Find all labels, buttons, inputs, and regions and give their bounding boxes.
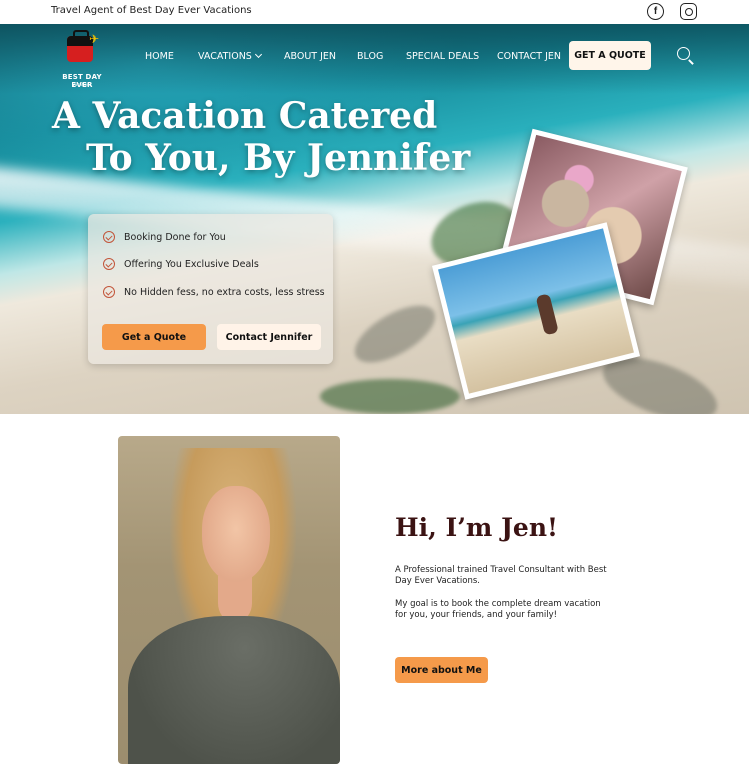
check-circle-icon (103, 258, 115, 270)
benefit-item: Offering You Exclusive Deals (103, 258, 259, 270)
benefit-item: Booking Done for You (103, 231, 226, 243)
nav-contact-jen[interactable]: CONTACT JEN (497, 51, 561, 62)
get-a-quote-nav-button[interactable]: GET A QUOTE (569, 41, 651, 70)
more-about-me-button[interactable]: More about Me (395, 657, 488, 683)
hero-section: ✈ BEST DAY EVER Vacations HOME VACATIONS… (0, 24, 749, 414)
tagline: Travel Agent of Best Day Ever Vacations (51, 5, 252, 16)
logo[interactable]: ✈ BEST DAY EVER Vacations (55, 30, 109, 89)
hero-headline: A Vacation Catered To You, By Jennifer (52, 95, 472, 179)
instagram-icon[interactable] (680, 3, 697, 20)
logo-sub: Vacations (72, 82, 92, 87)
nav-blog[interactable]: BLOG (357, 51, 383, 62)
palm-foliage (320, 379, 460, 414)
nav-about-jen[interactable]: ABOUT JEN (284, 51, 336, 62)
nav-vacations-label: VACATIONS (198, 51, 252, 62)
about-paragraph-1: A Professional trained Travel Consultant… (395, 565, 607, 586)
nav-vacations[interactable]: VACATIONS (198, 50, 262, 62)
benefit-item: No Hidden fess, no extra costs, less str… (103, 286, 325, 298)
airplane-icon: ✈ (89, 32, 100, 46)
nav-home[interactable]: HOME (145, 51, 174, 62)
headline-line-1: A Vacation Catered (52, 95, 438, 137)
facebook-icon[interactable]: f (647, 3, 664, 20)
benefits-card: Booking Done for You Offering You Exclus… (88, 214, 333, 364)
nav-special-deals[interactable]: SPECIAL DEALS (406, 51, 479, 62)
palm-shadow (346, 294, 444, 374)
benefit-text: Offering You Exclusive Deals (124, 258, 259, 270)
chevron-down-icon (254, 50, 262, 59)
top-bar: Travel Agent of Best Day Ever Vacations … (0, 0, 749, 24)
get-a-quote-button[interactable]: Get a Quote (102, 324, 206, 350)
benefit-text: No Hidden fess, no extra costs, less str… (124, 286, 325, 298)
benefit-text: Booking Done for You (124, 231, 226, 243)
contact-jennifer-button[interactable]: Contact Jennifer (217, 324, 321, 350)
search-icon[interactable] (677, 47, 690, 60)
about-paragraph-2: My goal is to book the complete dream va… (395, 599, 601, 620)
headline-line-2: To You, By Jennifer (86, 137, 471, 179)
check-circle-icon (103, 286, 115, 298)
about-heading: Hi, I’m Jen! (395, 513, 558, 542)
jen-portrait-photo (118, 436, 340, 764)
check-circle-icon (103, 231, 115, 243)
